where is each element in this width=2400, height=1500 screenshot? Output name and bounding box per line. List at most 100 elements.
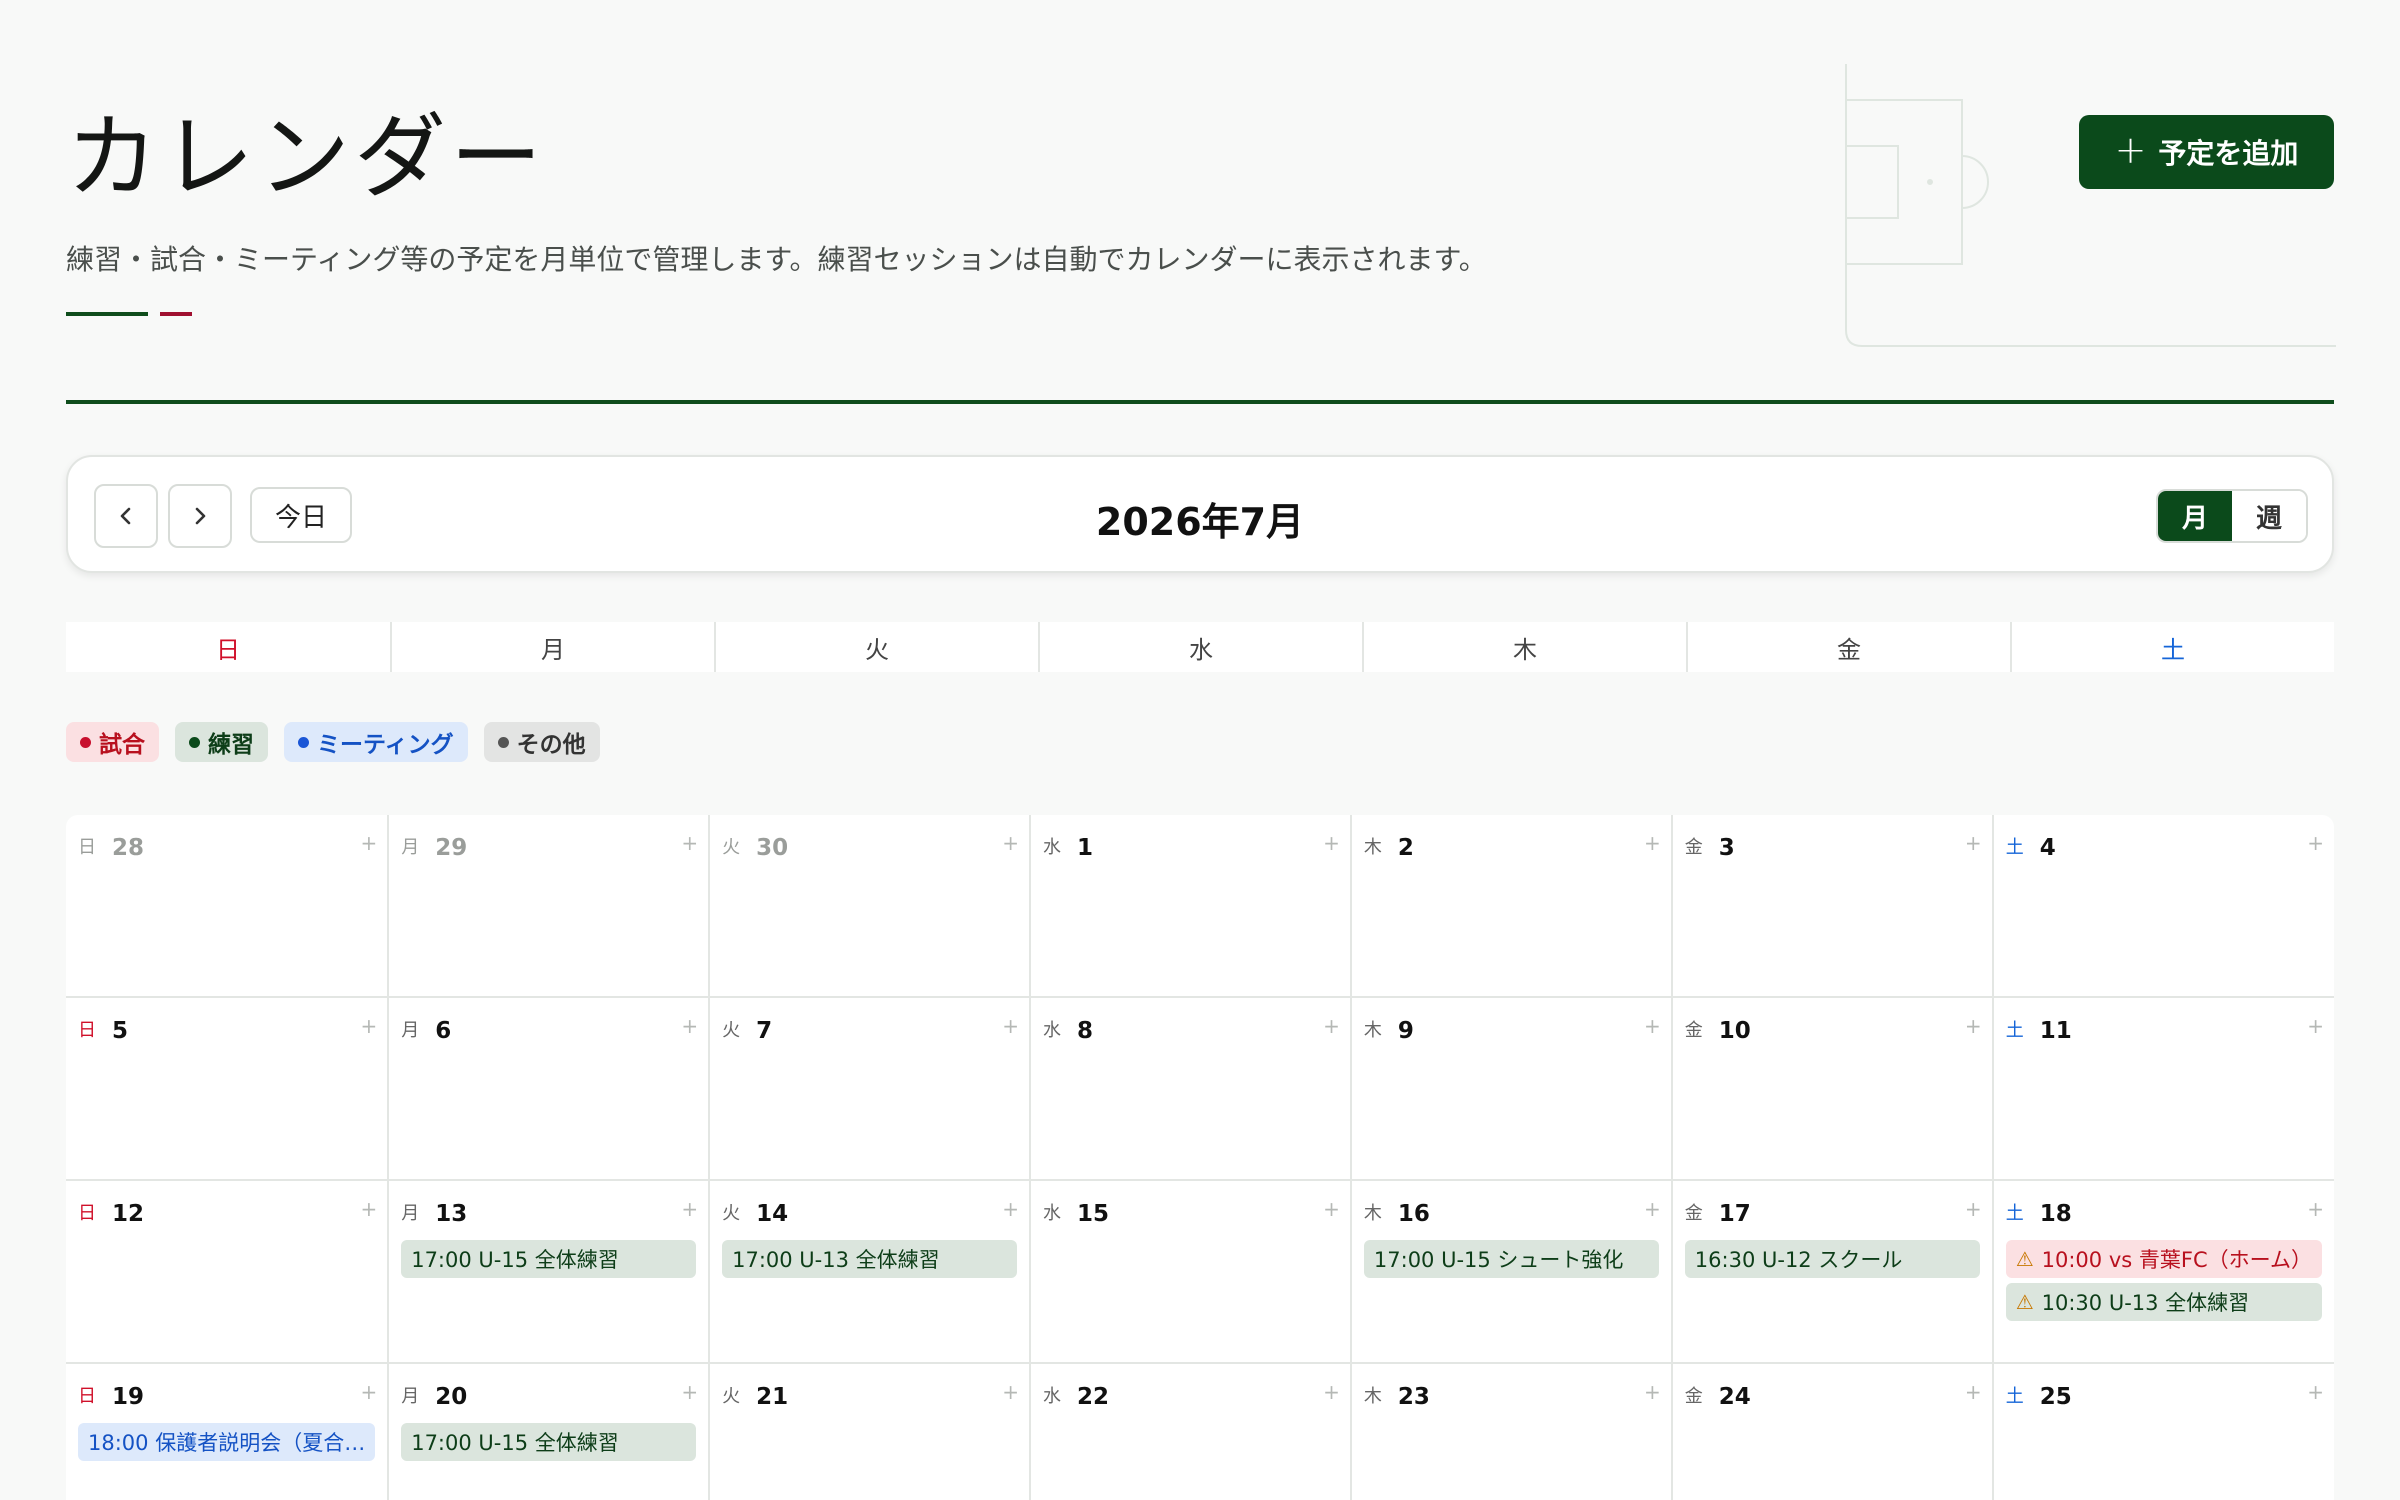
day-add-event-plus-icon[interactable]: + bbox=[1002, 1014, 1019, 1038]
day-number: 15 bbox=[1077, 1201, 1110, 1227]
day-cell[interactable]: 金 10 + bbox=[1670, 998, 1992, 1181]
day-cell[interactable]: 日 12 + bbox=[66, 1181, 388, 1364]
day-number: 7 bbox=[756, 1018, 773, 1044]
day-number: 25 bbox=[2039, 1384, 2072, 1410]
day-number: 24 bbox=[1718, 1384, 1751, 1410]
calendar-event-practice[interactable]: 17:00 U-13 全体練習 bbox=[722, 1240, 1017, 1278]
day-cell[interactable]: 土 11 + bbox=[1991, 998, 2334, 1181]
day-add-event-plus-icon[interactable]: + bbox=[2307, 1014, 2324, 1038]
view-month-button[interactable]: 月 bbox=[2158, 491, 2232, 541]
day-add-event-plus-icon[interactable]: + bbox=[1323, 831, 1340, 855]
day-weekday-label: 月 bbox=[401, 1020, 420, 1041]
day-cell[interactable]: 日 5 + bbox=[66, 998, 388, 1181]
day-add-event-plus-icon[interactable]: + bbox=[1644, 1014, 1661, 1038]
day-add-event-plus-icon[interactable]: + bbox=[360, 1380, 377, 1404]
day-add-event-plus-icon[interactable]: + bbox=[2307, 1380, 2324, 1404]
page-title: カレンダー bbox=[66, 104, 547, 211]
calendar-toolbar: 今日 2026年7月 月 週 bbox=[66, 455, 2334, 573]
calendar-event-match[interactable]: ⚠ 10:00 vs 青葉FC（ホーム） bbox=[2005, 1240, 2322, 1278]
day-cell-header: 月6 bbox=[401, 1014, 696, 1048]
weekday-sun: 日 bbox=[216, 635, 240, 664]
legend-chip: その他 bbox=[483, 722, 600, 762]
calendar-event-meeting[interactable]: 18:00 保護者説明会（夏合… bbox=[78, 1423, 376, 1461]
calendar-event-practice[interactable]: 16:30 U-12 スクール bbox=[1684, 1240, 1980, 1278]
day-number: 19 bbox=[112, 1384, 145, 1410]
event-type-legend: 試合 練習 ミーティング その他 bbox=[66, 722, 600, 762]
calendar-event-practice[interactable]: 17:00 U-15 全体練習 bbox=[401, 1240, 697, 1278]
day-cell[interactable]: 火 14 +17:00 U-13 全体練習 bbox=[708, 1181, 1029, 1364]
legend-label: その他 bbox=[516, 732, 586, 758]
day-add-event-plus-icon[interactable]: + bbox=[681, 1014, 698, 1038]
day-cell[interactable]: 火 30 + bbox=[708, 815, 1029, 998]
day-cell[interactable]: 金 17 +16:30 U-12 スクール bbox=[1670, 1181, 1992, 1364]
day-number: 16 bbox=[1397, 1201, 1430, 1227]
day-add-event-plus-icon[interactable]: + bbox=[1002, 1197, 1019, 1221]
day-number: 22 bbox=[1077, 1384, 1110, 1410]
day-cell-header: 水8 bbox=[1043, 1014, 1338, 1048]
day-add-event-plus-icon[interactable]: + bbox=[681, 1197, 698, 1221]
day-cell[interactable]: 日 19 +18:00 保護者説明会（夏合… bbox=[66, 1364, 387, 1500]
day-weekday-label: 水 bbox=[1043, 1203, 1061, 1224]
calendar-event-practice[interactable]: ⚠ 10:30 U-13 全体練習 bbox=[2005, 1283, 2322, 1321]
day-cell[interactable]: 金 3 + bbox=[1670, 815, 1992, 998]
view-week-button[interactable]: 週 bbox=[2232, 491, 2306, 541]
day-weekday-label: 日 bbox=[78, 837, 96, 858]
day-number: 1 bbox=[1077, 835, 1094, 861]
day-cell[interactable]: 日 28 + bbox=[66, 815, 388, 998]
day-add-event-plus-icon[interactable]: + bbox=[1644, 1197, 1661, 1221]
day-cell-header: 火 21 bbox=[722, 1380, 1017, 1414]
day-weekday-label: 日 bbox=[78, 1020, 96, 1041]
day-add-event-plus-icon[interactable]: + bbox=[1965, 1197, 1982, 1221]
day-add-event-plus-icon[interactable]: + bbox=[360, 831, 377, 855]
day-number: 17 bbox=[1718, 1201, 1751, 1227]
day-cell[interactable]: 木 9 + bbox=[1349, 998, 1671, 1181]
day-cell[interactable]: 木 2 + bbox=[1349, 815, 1671, 998]
day-add-event-plus-icon[interactable]: + bbox=[1644, 831, 1661, 855]
day-cell[interactable]: 金 24 + bbox=[1670, 1364, 1992, 1500]
day-cell[interactable]: 水 1 + bbox=[1029, 815, 1350, 998]
day-cell[interactable]: 土 25 + bbox=[1991, 1364, 2334, 1500]
day-add-event-plus-icon[interactable]: + bbox=[1644, 1380, 1661, 1404]
day-add-event-plus-icon[interactable]: + bbox=[1965, 1014, 1982, 1038]
day-cell[interactable]: 水 15 + bbox=[1029, 1181, 1350, 1364]
legend-chip: 練習 bbox=[175, 722, 268, 762]
plus-icon: + bbox=[2114, 128, 2147, 172]
day-add-event-plus-icon[interactable]: + bbox=[1323, 1380, 1340, 1404]
day-add-event-plus-icon[interactable]: + bbox=[1965, 1380, 1982, 1404]
day-cell[interactable]: 月 6 + bbox=[387, 998, 709, 1181]
day-cell[interactable]: 木 16 +17:00 U-15 シュート強化 bbox=[1349, 1181, 1671, 1364]
day-weekday-label: 水 bbox=[1043, 1020, 1061, 1041]
day-cell-header: 土 25 bbox=[2006, 1380, 2322, 1414]
legend-dot-icon bbox=[189, 736, 200, 748]
day-cell[interactable]: 土 18 + ⚠ 10:00 vs 青葉FC（ホーム） ⚠ 10:30 U-13 全体練習 bbox=[1991, 1181, 2334, 1364]
day-add-event-plus-icon[interactable]: + bbox=[1965, 831, 1982, 855]
day-cell[interactable]: 月 29 + bbox=[387, 815, 709, 998]
legend-dot-icon bbox=[80, 736, 91, 748]
day-cell[interactable]: 土 4 + bbox=[1991, 815, 2334, 998]
day-add-event-plus-icon[interactable]: + bbox=[2307, 1197, 2324, 1221]
calendar-event-practice[interactable]: 17:00 U-15 全体練習 bbox=[401, 1423, 697, 1461]
day-cell[interactable]: 木 23 + bbox=[1349, 1364, 1671, 1500]
day-add-event-plus-icon[interactable]: + bbox=[1002, 1380, 1019, 1404]
day-cell-header: 水 15 bbox=[1043, 1197, 1338, 1231]
day-number: 12 bbox=[112, 1201, 145, 1227]
day-cell[interactable]: 水 8 + bbox=[1029, 998, 1350, 1181]
day-cell[interactable]: 火 21 + bbox=[708, 1364, 1029, 1500]
day-add-event-plus-icon[interactable]: + bbox=[1002, 831, 1019, 855]
day-add-event-plus-icon[interactable]: + bbox=[681, 831, 698, 855]
day-cell[interactable]: 火 7 + bbox=[708, 998, 1029, 1181]
day-cell-header: 日 19 bbox=[78, 1380, 375, 1414]
day-cell[interactable]: 月 20 +17:00 U-15 全体練習 bbox=[387, 1364, 708, 1500]
add-event-button[interactable]: + 予定を追加 bbox=[2079, 115, 2334, 189]
day-add-event-plus-icon[interactable]: + bbox=[1323, 1014, 1340, 1038]
day-add-event-plus-icon[interactable]: + bbox=[360, 1197, 377, 1221]
day-add-event-plus-icon[interactable]: + bbox=[1323, 1197, 1340, 1221]
legend-label: 練習 bbox=[208, 732, 254, 758]
day-add-event-plus-icon[interactable]: + bbox=[681, 1380, 698, 1404]
day-cell[interactable]: 月 13 +17:00 U-15 全体練習 bbox=[387, 1181, 709, 1364]
day-add-event-plus-icon[interactable]: + bbox=[360, 1014, 377, 1038]
day-add-event-plus-icon[interactable]: + bbox=[2307, 831, 2324, 855]
day-cell[interactable]: 水 22 + bbox=[1029, 1364, 1350, 1500]
day-cell-header: 水1 bbox=[1043, 831, 1338, 865]
calendar-event-practice[interactable]: 17:00 U-15 シュート強化 bbox=[1363, 1240, 1659, 1278]
